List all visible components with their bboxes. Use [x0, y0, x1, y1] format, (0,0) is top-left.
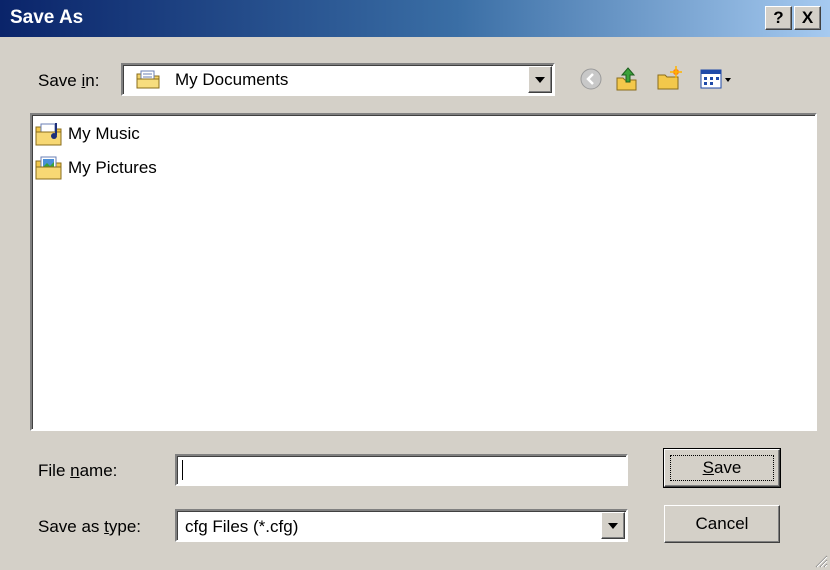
- save-in-dropdown-button[interactable]: [528, 66, 552, 93]
- resize-grip[interactable]: [814, 554, 828, 568]
- list-item-label: My Music: [68, 124, 140, 143]
- save-as-type-dropdown-button[interactable]: [601, 512, 625, 539]
- back-icon[interactable]: [578, 66, 604, 92]
- save-as-type-dropdown[interactable]: cfg Files (*.cfg): [175, 509, 628, 542]
- help-button[interactable]: ?: [765, 6, 792, 30]
- focus-rectangle: [670, 455, 774, 481]
- save-as-type-label: Save as type:: [38, 517, 142, 536]
- list-item[interactable]: My Pictures: [34, 155, 157, 181]
- pictures-folder-icon: [35, 156, 62, 180]
- up-one-level-icon[interactable]: [614, 66, 640, 92]
- save-in-dropdown[interactable]: My Documents: [121, 63, 555, 96]
- file-list[interactable]: My Music My Pictures: [30, 113, 817, 431]
- save-as-type-value: cfg Files (*.cfg): [185, 517, 299, 536]
- list-item-label: My Pictures: [68, 158, 157, 177]
- views-menu-icon[interactable]: [700, 66, 734, 92]
- music-folder-icon: [35, 123, 62, 146]
- save-button[interactable]: Save: [663, 448, 781, 488]
- window-title: Save As: [10, 7, 84, 28]
- list-item[interactable]: My Music: [34, 121, 140, 147]
- title-bar[interactable]: Save As ? X: [0, 0, 830, 37]
- file-name-input[interactable]: [175, 454, 628, 486]
- cancel-button[interactable]: Cancel: [664, 505, 780, 543]
- text-caret: [182, 460, 183, 480]
- new-folder-icon[interactable]: [656, 66, 682, 92]
- file-name-label: File name:: [38, 461, 118, 480]
- save-in-label: Save in:: [38, 71, 100, 90]
- close-button[interactable]: X: [794, 6, 821, 30]
- save-in-value: My Documents: [175, 70, 289, 89]
- my-documents-folder-icon: [136, 70, 160, 89]
